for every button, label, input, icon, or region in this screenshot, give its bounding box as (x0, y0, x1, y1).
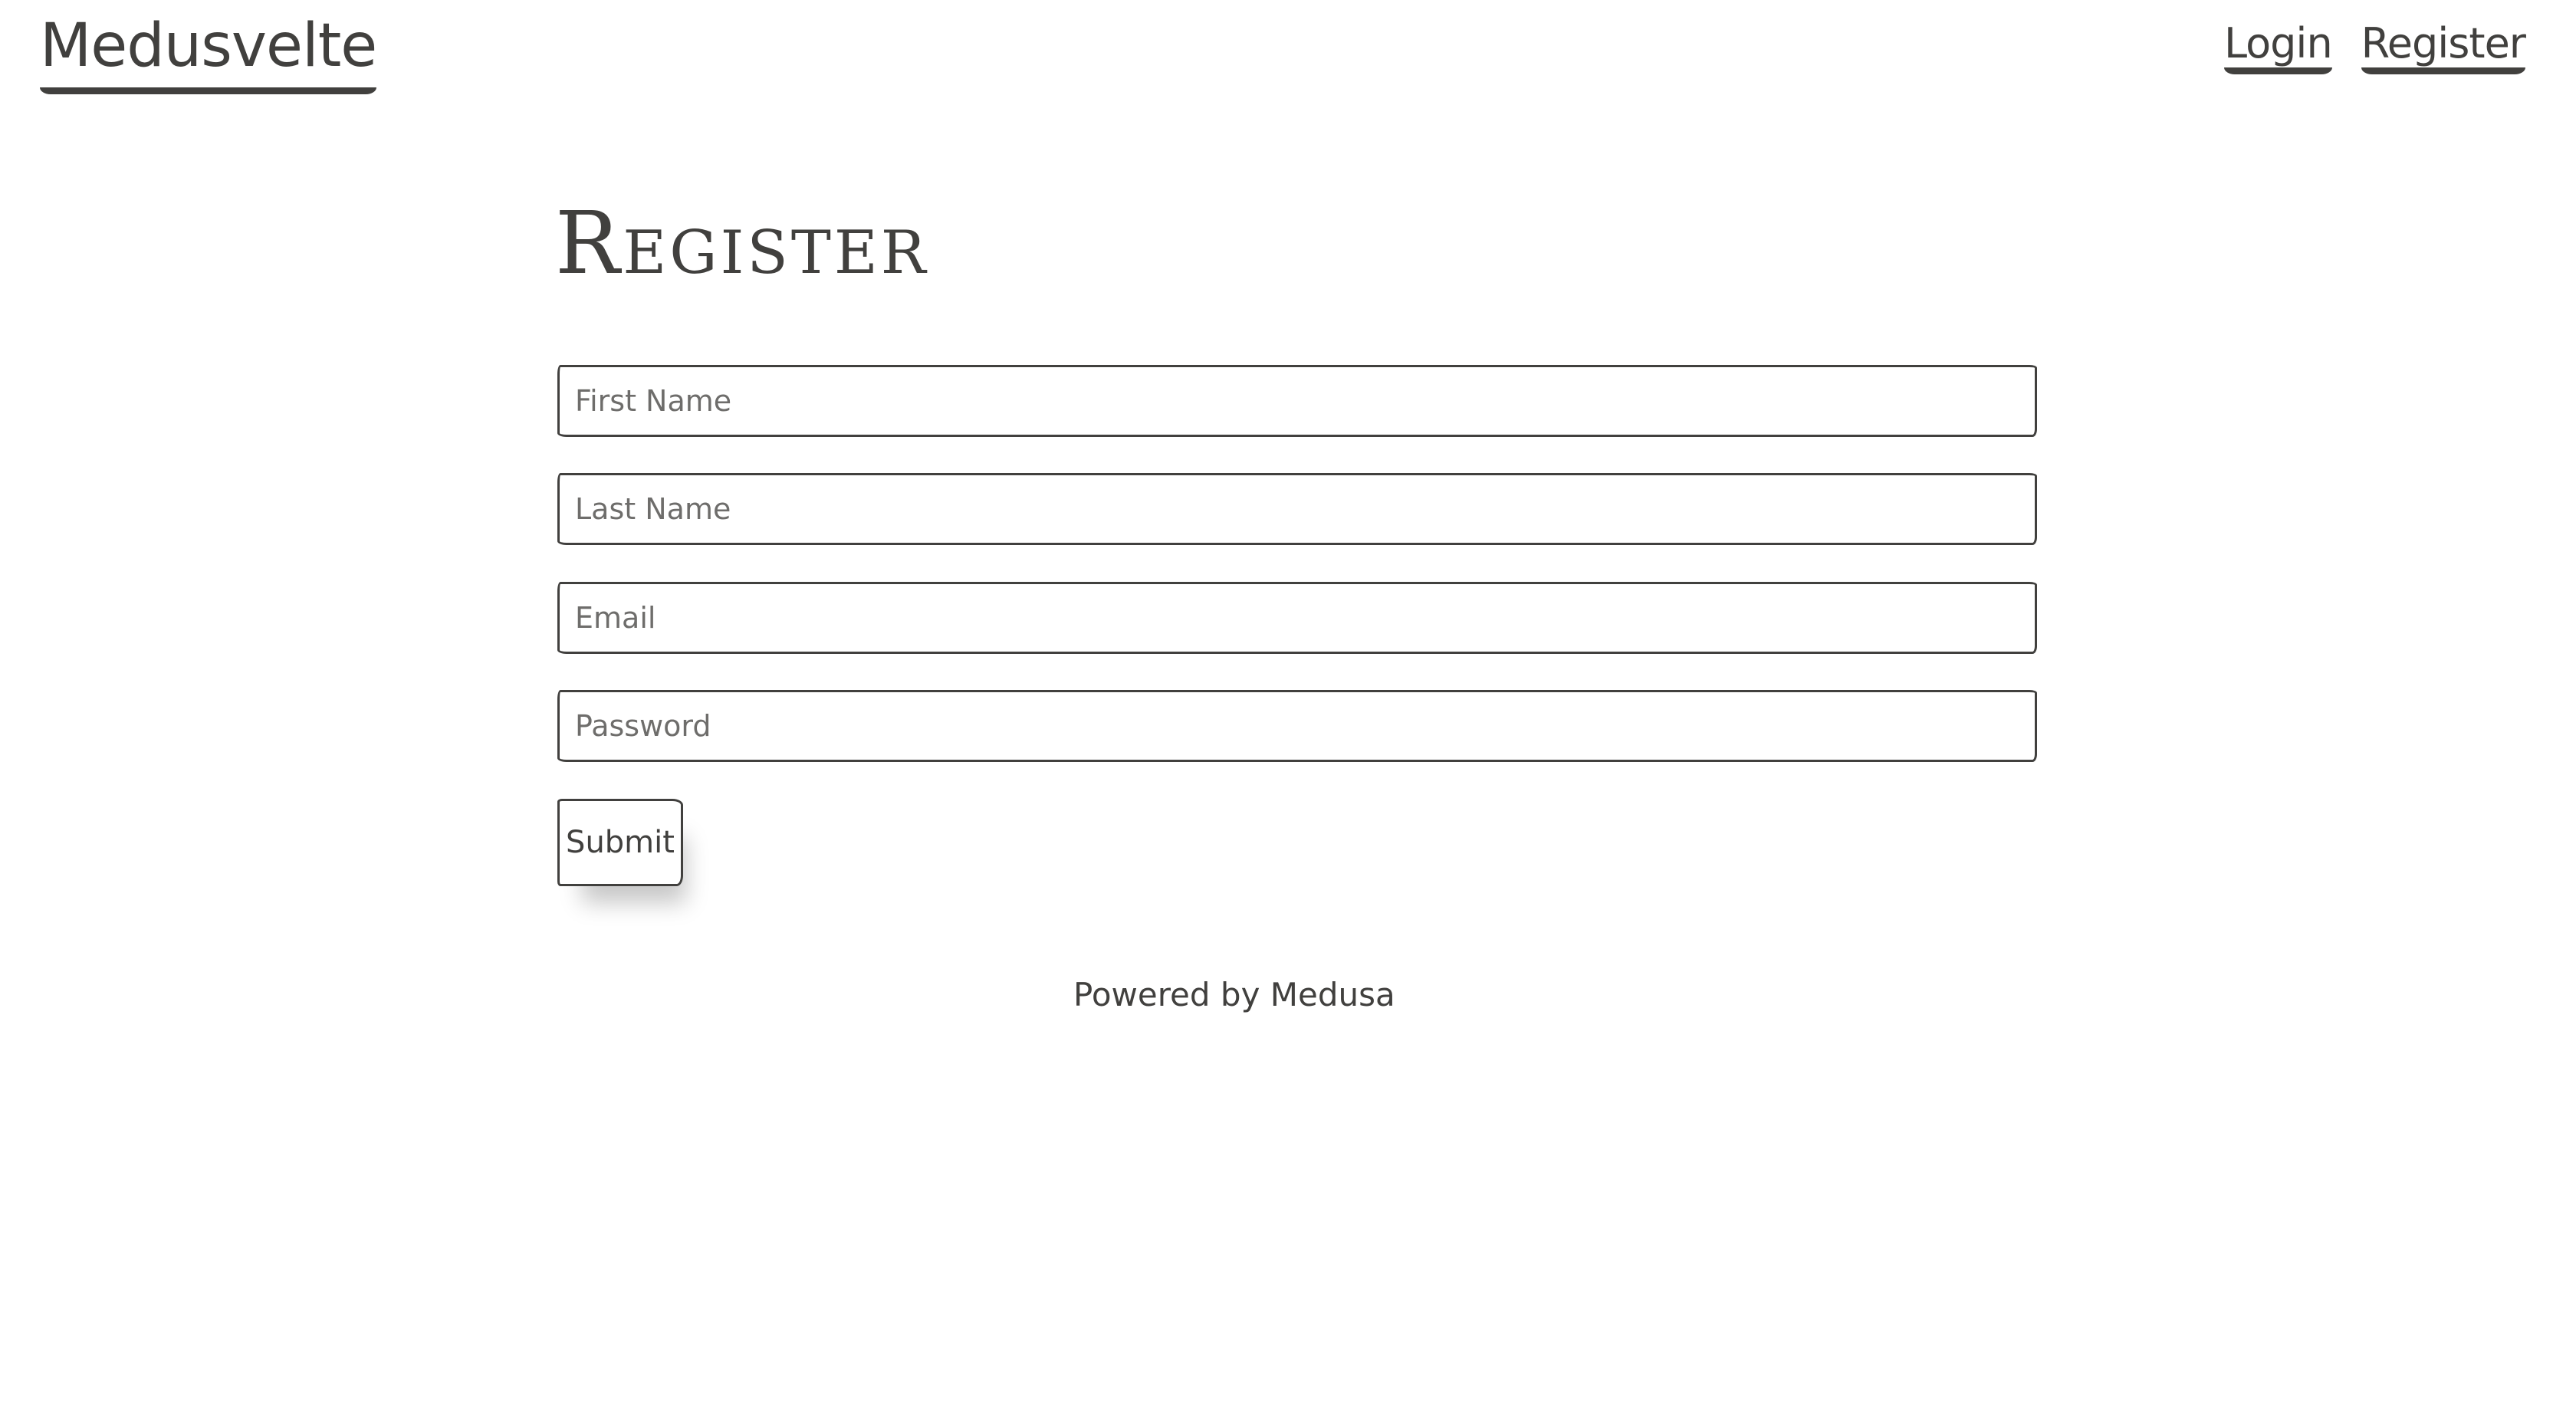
password-input[interactable] (557, 690, 2037, 762)
email-input[interactable] (557, 582, 2037, 654)
top-nav: Login Register (2223, 15, 2526, 74)
last-name-input[interactable] (557, 473, 2037, 545)
submit-button[interactable]: Submit (557, 799, 683, 886)
nav-login-link[interactable]: Login (2223, 15, 2333, 74)
powered-by-prefix: Powered by (1073, 976, 1260, 1013)
powered-by: Powered by Medusa (1073, 972, 1395, 1018)
nav-login-label: Login (2223, 19, 2333, 67)
nav-register-label: Register (2361, 19, 2526, 67)
medusa-link[interactable]: Medusa (1270, 976, 1395, 1013)
page-title: Register (555, 194, 929, 294)
brand-underline (40, 87, 377, 94)
brand-logo-link[interactable]: Medusvelte (40, 8, 377, 94)
nav-login-underline (2223, 67, 2332, 74)
page: Medusvelte Login Register Register Submi… (0, 0, 2576, 1409)
first-name-input[interactable] (557, 365, 2037, 437)
brand-name: Medusvelte (40, 11, 377, 80)
nav-register-link[interactable]: Register (2361, 15, 2526, 74)
nav-register-underline (2361, 67, 2525, 74)
